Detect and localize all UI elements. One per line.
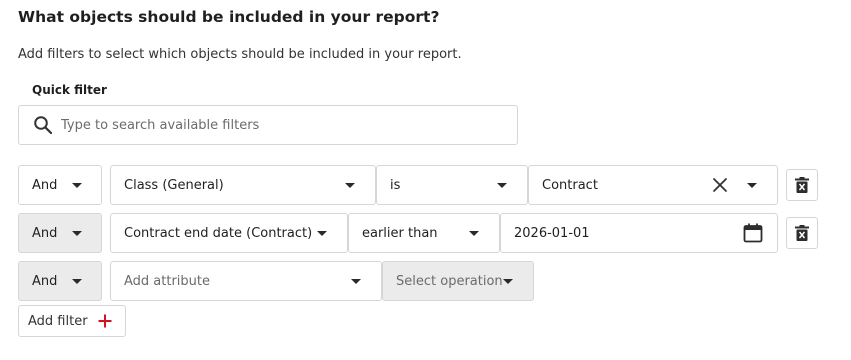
filter-3-attribute-select[interactable]: Add attribute xyxy=(110,261,382,301)
filter-2-connector-select[interactable]: And xyxy=(18,213,102,253)
filter-2-attribute-label: Contract end date (Contract) xyxy=(124,225,313,241)
filter-2-delete-button[interactable] xyxy=(786,217,818,249)
chevron-down-icon xyxy=(72,279,82,284)
page-title: What objects should be included in your … xyxy=(18,8,440,26)
page-description: Add filters to select which objects shou… xyxy=(18,47,462,62)
filter-1-connector-select[interactable]: And xyxy=(18,165,102,205)
quick-filter-box[interactable] xyxy=(18,105,518,145)
filter-2-attribute-select[interactable]: Contract end date (Contract) xyxy=(110,213,348,253)
chevron-down-icon xyxy=(72,183,82,188)
filter-1-operation-select[interactable]: is xyxy=(376,165,528,205)
add-filter-button[interactable]: Add filter xyxy=(18,305,126,337)
filter-2-operation-select[interactable]: earlier than xyxy=(348,213,500,253)
filter-1-attribute-label: Class (General) xyxy=(124,177,224,193)
filter-1-attribute-select[interactable]: Class (General) xyxy=(110,165,376,205)
chevron-down-icon[interactable] xyxy=(747,183,757,188)
calendar-icon[interactable] xyxy=(743,223,763,243)
add-filter-label: Add filter xyxy=(28,313,88,329)
chevron-down-icon xyxy=(345,183,355,188)
search-icon xyxy=(34,116,53,135)
filter-1-value-label: Contract xyxy=(542,177,598,193)
filter-1-connector-label: And xyxy=(32,177,58,193)
chevron-down-icon xyxy=(497,183,507,188)
report-filter-page: What objects should be included in your … xyxy=(0,0,851,360)
chevron-down-icon xyxy=(351,279,361,284)
chevron-down-icon xyxy=(317,231,327,236)
trash-icon xyxy=(795,225,809,241)
filter-3-connector-select[interactable]: And xyxy=(18,261,102,301)
filter-2-date-input[interactable]: 2026-01-01 xyxy=(500,213,778,253)
chevron-down-icon xyxy=(72,231,82,236)
filter-3-attribute-placeholder: Add attribute xyxy=(124,273,211,289)
close-icon[interactable] xyxy=(712,177,728,193)
filter-2-operation-label: earlier than xyxy=(362,225,438,241)
filter-2-connector-label: And xyxy=(32,225,58,241)
filter-1-delete-button[interactable] xyxy=(786,169,818,201)
filter-2-value-label: 2026-01-01 xyxy=(514,225,590,241)
filter-1-value-select[interactable]: Contract xyxy=(528,165,778,205)
quick-filter-input[interactable] xyxy=(59,116,499,134)
chevron-down-icon xyxy=(469,231,479,236)
filter-3-operation-select[interactable]: Select operation xyxy=(382,261,534,301)
trash-icon xyxy=(795,177,809,193)
chevron-down-icon xyxy=(503,279,513,284)
plus-icon xyxy=(98,314,112,328)
filter-3-operation-placeholder: Select operation xyxy=(396,273,503,289)
filter-3-connector-label: And xyxy=(32,273,58,289)
filter-1-operation-label: is xyxy=(390,177,401,193)
quick-filter-label: Quick filter xyxy=(32,83,107,97)
